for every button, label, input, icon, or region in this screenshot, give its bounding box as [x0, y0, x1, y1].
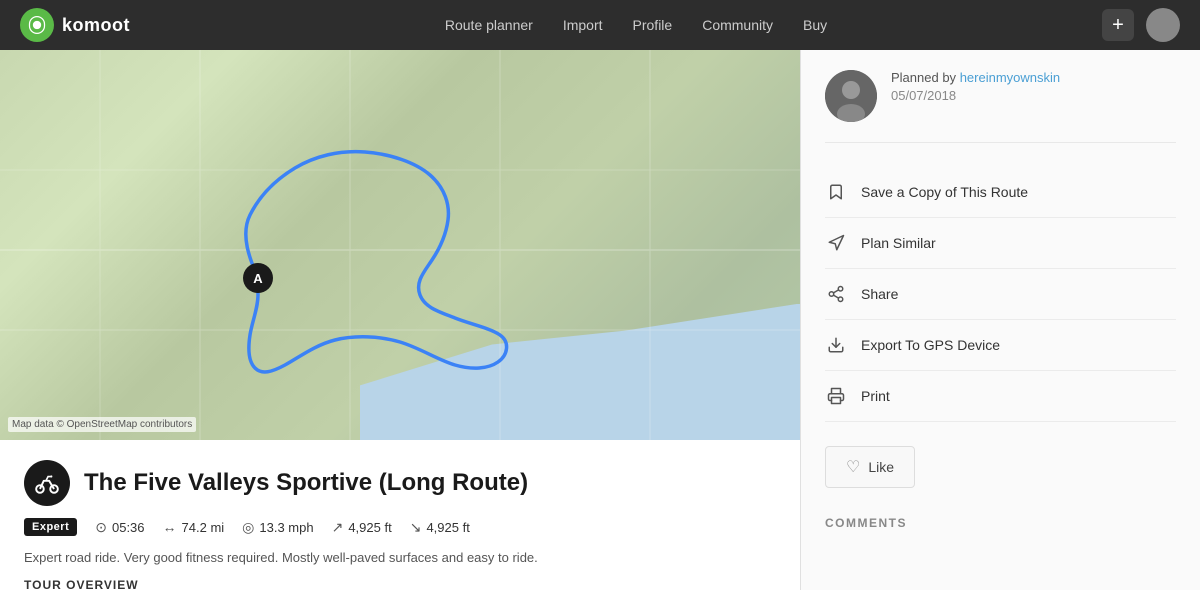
print-label: Print	[861, 388, 890, 404]
print-icon	[825, 385, 847, 407]
logo-icon	[20, 8, 54, 42]
stat-distance: ↔ 74.2 mi	[163, 519, 225, 535]
export-gps-label: Export To GPS Device	[861, 337, 1000, 353]
map-background: A	[0, 50, 800, 440]
save-copy-action[interactable]: Save a Copy of This Route	[825, 167, 1176, 218]
plan-similar-action[interactable]: Plan Similar	[825, 218, 1176, 269]
route-title-row: The Five Valleys Sportive (Long Route)	[24, 460, 776, 506]
start-marker: A	[243, 263, 273, 293]
stat-elevation-up: ↗ 4,925 ft	[332, 519, 392, 536]
stat-elevation-down: ↘ 4,925 ft	[410, 519, 470, 536]
like-label: Like	[868, 459, 894, 475]
add-button[interactable]: +	[1102, 9, 1134, 41]
route-stats: Expert ⊙ 05:36 ↔ 74.2 mi ◎ 13.3 mph ↗ 4,…	[24, 518, 776, 536]
bike-icon	[34, 470, 60, 496]
clock-icon: ⊙	[95, 519, 107, 536]
speed-icon: ◎	[242, 519, 254, 536]
tour-overview-label: TOUR OVERVIEW	[24, 578, 776, 590]
nav-buy[interactable]: Buy	[803, 17, 827, 33]
route-description: Expert road ride. Very good fitness requ…	[24, 548, 776, 568]
nav-route-planner[interactable]: Route planner	[445, 17, 533, 33]
distance-icon: ↔	[163, 519, 177, 535]
action-list: Save a Copy of This Route Plan Similar	[825, 167, 1176, 422]
heart-icon: ♡	[846, 457, 860, 477]
planned-by-text: Planned by hereinmyownskin	[891, 70, 1176, 85]
print-action[interactable]: Print	[825, 371, 1176, 422]
download-icon	[825, 334, 847, 356]
comments-label: COMMENTS	[825, 516, 1176, 530]
stat-speed: ◎ 13.3 mph	[242, 519, 313, 536]
route-title: The Five Valleys Sportive (Long Route)	[84, 469, 528, 497]
planner-avatar-img	[825, 70, 877, 122]
logo-area[interactable]: komoot	[20, 8, 130, 42]
comments-section: COMMENTS	[825, 516, 1176, 530]
stat-duration: ⊙ 05:36	[95, 519, 144, 536]
share-icon	[825, 283, 847, 305]
save-copy-label: Save a Copy of This Route	[861, 184, 1028, 200]
nav-import[interactable]: Import	[563, 17, 603, 33]
nav-profile[interactable]: Profile	[633, 17, 673, 33]
compass-icon	[825, 232, 847, 254]
planner-name-link[interactable]: hereinmyownskin	[960, 70, 1060, 85]
main-nav: Route planner Import Profile Community B…	[170, 17, 1102, 33]
user-avatar[interactable]	[1146, 8, 1180, 42]
logo-text: komoot	[62, 15, 130, 36]
route-path-svg	[0, 50, 800, 440]
planner-avatar	[825, 70, 877, 122]
export-gps-action[interactable]: Export To GPS Device	[825, 320, 1176, 371]
header: komoot Route planner Import Profile Comm…	[0, 0, 1200, 50]
map-credit: Map data © OpenStreetMap contributors	[8, 417, 196, 432]
header-right: +	[1102, 8, 1180, 42]
main-layout: A Map data © OpenStreetMap contributors …	[0, 50, 1200, 590]
planner-date: 05/07/2018	[891, 88, 1176, 103]
elevation-down-icon: ↘	[410, 519, 422, 536]
left-panel: A Map data © OpenStreetMap contributors …	[0, 50, 800, 590]
share-label: Share	[861, 286, 898, 302]
like-button[interactable]: ♡ Like	[825, 446, 915, 488]
elevation-up-icon: ↗	[332, 519, 344, 536]
planner-info: Planned by hereinmyownskin 05/07/2018	[891, 70, 1176, 103]
planner-section: Planned by hereinmyownskin 05/07/2018	[825, 70, 1176, 143]
plan-similar-label: Plan Similar	[861, 235, 936, 251]
bookmark-icon	[825, 181, 847, 203]
map-container[interactable]: A Map data © OpenStreetMap contributors	[0, 50, 800, 440]
right-panel: Planned by hereinmyownskin 05/07/2018 Sa…	[800, 50, 1200, 590]
nav-community[interactable]: Community	[702, 17, 773, 33]
bike-icon-circle	[24, 460, 70, 506]
like-section: ♡ Like	[825, 446, 1176, 488]
share-action[interactable]: Share	[825, 269, 1176, 320]
route-info: The Five Valleys Sportive (Long Route) E…	[0, 440, 800, 590]
difficulty-badge: Expert	[24, 518, 77, 536]
